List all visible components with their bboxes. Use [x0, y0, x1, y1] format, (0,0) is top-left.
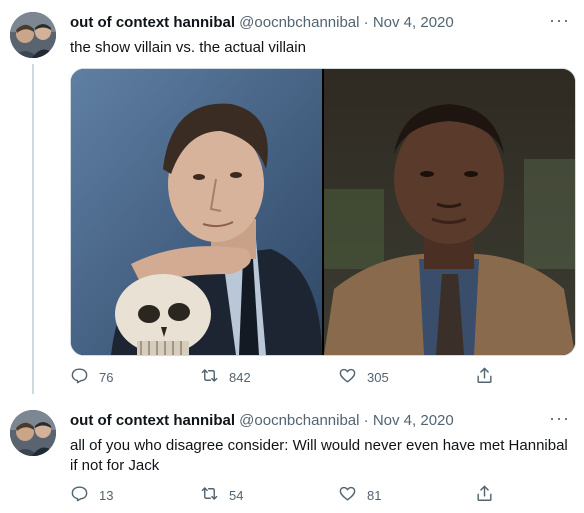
heart-icon: [338, 366, 357, 388]
separator: ·: [363, 14, 369, 31]
photo-actual-villain[interactable]: [324, 69, 575, 355]
reply-icon: [70, 484, 89, 506]
avatar[interactable]: [10, 410, 56, 456]
media-grid[interactable]: [70, 68, 576, 356]
like-button[interactable]: 81: [338, 484, 381, 506]
author-handle[interactable]: @oocnbchannibal: [239, 412, 359, 429]
reply-count: 76: [99, 369, 114, 385]
retweet-count: 54: [229, 487, 244, 503]
retweet-button[interactable]: 54: [200, 484, 243, 506]
more-icon[interactable]: ···: [549, 10, 570, 31]
tweet[interactable]: out of context hannibal @oocnbchannibal …: [0, 0, 584, 400]
thread-line: [32, 64, 34, 394]
reply-button[interactable]: 13: [70, 484, 113, 506]
like-button[interactable]: 305: [338, 366, 389, 388]
tweet-text: all of you who disagree consider: Will w…: [70, 437, 568, 474]
like-count: 81: [367, 487, 382, 503]
like-count: 305: [367, 369, 389, 385]
tweet-header: out of context hannibal @oocnbchannibal …: [70, 14, 454, 31]
share-icon: [475, 484, 494, 506]
retweet-icon: [200, 366, 219, 388]
author-handle[interactable]: @oocnbchannibal: [239, 14, 359, 31]
share-button[interactable]: [475, 484, 494, 506]
photo-show-villain[interactable]: [71, 69, 322, 355]
reply-button[interactable]: 76: [70, 366, 113, 388]
reply-icon: [70, 366, 89, 388]
tweet-actions: 76 842 305: [70, 366, 570, 388]
reply-count: 13: [99, 487, 114, 503]
tweet[interactable]: out of context hannibal @oocnbchannibal …: [0, 400, 584, 513]
tweet-date[interactable]: Nov 4, 2020: [373, 412, 454, 429]
author-name[interactable]: out of context hannibal: [70, 14, 235, 31]
tweet-header: out of context hannibal @oocnbchannibal …: [70, 412, 454, 429]
avatar[interactable]: [10, 12, 56, 58]
separator: ·: [363, 412, 369, 429]
retweet-icon: [200, 484, 219, 506]
tweet-text: the show villain vs. the actual villain: [70, 39, 306, 56]
share-button[interactable]: [475, 366, 494, 388]
heart-icon: [338, 484, 357, 506]
tweet-actions: 13 54 81: [70, 484, 570, 506]
more-icon[interactable]: ···: [549, 408, 570, 429]
retweet-count: 842: [229, 369, 251, 385]
retweet-button[interactable]: 842: [200, 366, 251, 388]
tweet-date[interactable]: Nov 4, 2020: [373, 14, 454, 31]
author-name[interactable]: out of context hannibal: [70, 412, 235, 429]
share-icon: [475, 366, 494, 388]
